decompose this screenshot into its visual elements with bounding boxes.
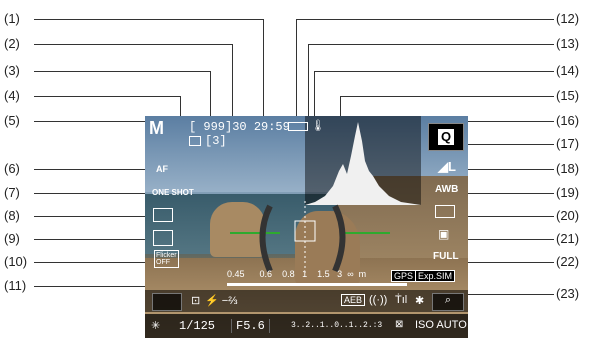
camera-lcd-screen: M [ 999]30 29:59 🌡 [3] AF ONE SHOT Flick…	[145, 116, 468, 338]
gps-indicator: GPS	[391, 270, 417, 282]
leader-line	[34, 71, 210, 72]
auto-lighting-icon: ▣	[438, 227, 450, 241]
callout-label: (14)	[556, 63, 580, 78]
callout-label: (21)	[556, 231, 580, 246]
callout-label: (16)	[556, 113, 580, 128]
iso-setting[interactable]: ISO AUTO	[415, 319, 467, 331]
touch-shutter-button[interactable]	[152, 293, 182, 311]
thermometer-icon: 🌡	[311, 120, 325, 132]
callout-label: (5)	[4, 113, 20, 128]
leader-line	[468, 216, 554, 217]
flicker-indicator: Flicker OFF	[154, 250, 179, 268]
leader-line	[308, 44, 554, 45]
leader-line	[308, 44, 309, 120]
callout-label: (18)	[556, 161, 580, 176]
hdr-icon: ⊡	[191, 295, 201, 307]
callout-label: (12)	[556, 11, 580, 26]
callout-label: (9)	[4, 231, 20, 246]
callout-label: (10)	[4, 254, 28, 269]
leader-line	[34, 262, 150, 263]
image-quality-icon: ◢L	[438, 159, 456, 174]
aeb-indicator: AEB	[341, 294, 366, 306]
af-area-icon	[153, 208, 173, 222]
leader-line	[468, 169, 554, 170]
battery-shots: [ 999]30 29:59	[189, 120, 290, 134]
aperture-value[interactable]: F5.6	[231, 319, 270, 333]
drive-mode-icon	[189, 136, 201, 146]
exp-sim-indicator: Exp.SIM	[415, 270, 456, 282]
leader-line	[34, 19, 263, 20]
ae-lock-icon: ✳	[151, 320, 161, 332]
exposure-comp-icon: ⊠	[395, 319, 404, 330]
leader-line	[34, 216, 150, 217]
leader-line	[34, 96, 180, 97]
q-label: Q	[438, 129, 454, 145]
callout-label: (8)	[4, 208, 20, 223]
bluetooth-icon: ✱	[415, 295, 425, 307]
iso-value: AUTO	[436, 319, 467, 331]
scale-tick: ∞	[347, 269, 354, 279]
callout-label: (22)	[556, 254, 580, 269]
flash-comp: ⚡ −⅔	[205, 295, 238, 307]
magnify-button[interactable]: ⌕	[432, 293, 464, 311]
shutter-speed[interactable]: 1/125	[179, 319, 215, 333]
leader-line	[468, 262, 554, 263]
leader-line	[232, 44, 233, 116]
leader-line	[468, 144, 554, 145]
flicker-state: OFF	[156, 259, 170, 266]
callout-label: (1)	[4, 11, 20, 26]
af-area-size: FULL	[433, 251, 459, 262]
distance-bar	[227, 283, 407, 286]
af-method: AF	[156, 164, 168, 174]
callout-label: (17)	[556, 136, 580, 151]
callout-label: (20)	[556, 208, 580, 223]
callout-label: (3)	[4, 63, 20, 78]
callout-label: (2)	[4, 36, 20, 51]
leader-line	[314, 71, 554, 72]
leader-line	[34, 193, 150, 194]
callout-label: (23)	[556, 286, 580, 301]
drive-count: [3]	[205, 134, 227, 148]
af-operation: ONE SHOT	[152, 188, 194, 197]
leader-line	[34, 169, 154, 170]
callout-label: (13)	[556, 36, 580, 51]
leader-line	[340, 96, 554, 97]
scale-tick: 0.45	[227, 269, 245, 279]
leader-line	[468, 193, 554, 194]
scale-tick: 0.6	[259, 269, 273, 279]
exposure-level-scale[interactable]: 3..2..1..0..1..2.:3	[291, 321, 382, 330]
shooting-mode: M	[149, 118, 164, 138]
scale-tick: 1.5	[317, 269, 330, 279]
callout-label: (4)	[4, 88, 20, 103]
callout-label: (19)	[556, 185, 580, 200]
battery-icon	[288, 122, 308, 131]
leader-line	[296, 19, 297, 119]
scale-tick: 3	[337, 269, 343, 279]
leader-line	[210, 71, 211, 116]
callout-label: (6)	[4, 161, 20, 176]
callout-label: (15)	[556, 88, 580, 103]
callout-label: (7)	[4, 185, 20, 200]
metering-icon	[153, 230, 173, 246]
scale-tick: 1	[302, 269, 308, 279]
leader-line	[34, 239, 150, 240]
leader-line	[296, 19, 554, 20]
quick-control-button[interactable]: Q	[428, 123, 464, 151]
wifi-icon: ((·))	[369, 294, 388, 306]
leader-line	[34, 44, 232, 45]
leader-line	[263, 19, 264, 116]
leader-line	[468, 239, 554, 240]
flash-comp-value: −⅔	[221, 295, 238, 307]
scale-tick: m	[358, 269, 367, 279]
scale-tick: 0.8	[282, 269, 295, 279]
white-balance: AWB	[435, 184, 459, 195]
picture-style-icon	[435, 205, 455, 218]
flicker-label: Flicker	[156, 252, 177, 259]
movie-time: 30 29:59	[232, 120, 290, 134]
callout-label: (11)	[4, 278, 27, 293]
shots-remaining: 999	[203, 120, 226, 134]
signal-icon: Ṫıl	[395, 294, 408, 306]
